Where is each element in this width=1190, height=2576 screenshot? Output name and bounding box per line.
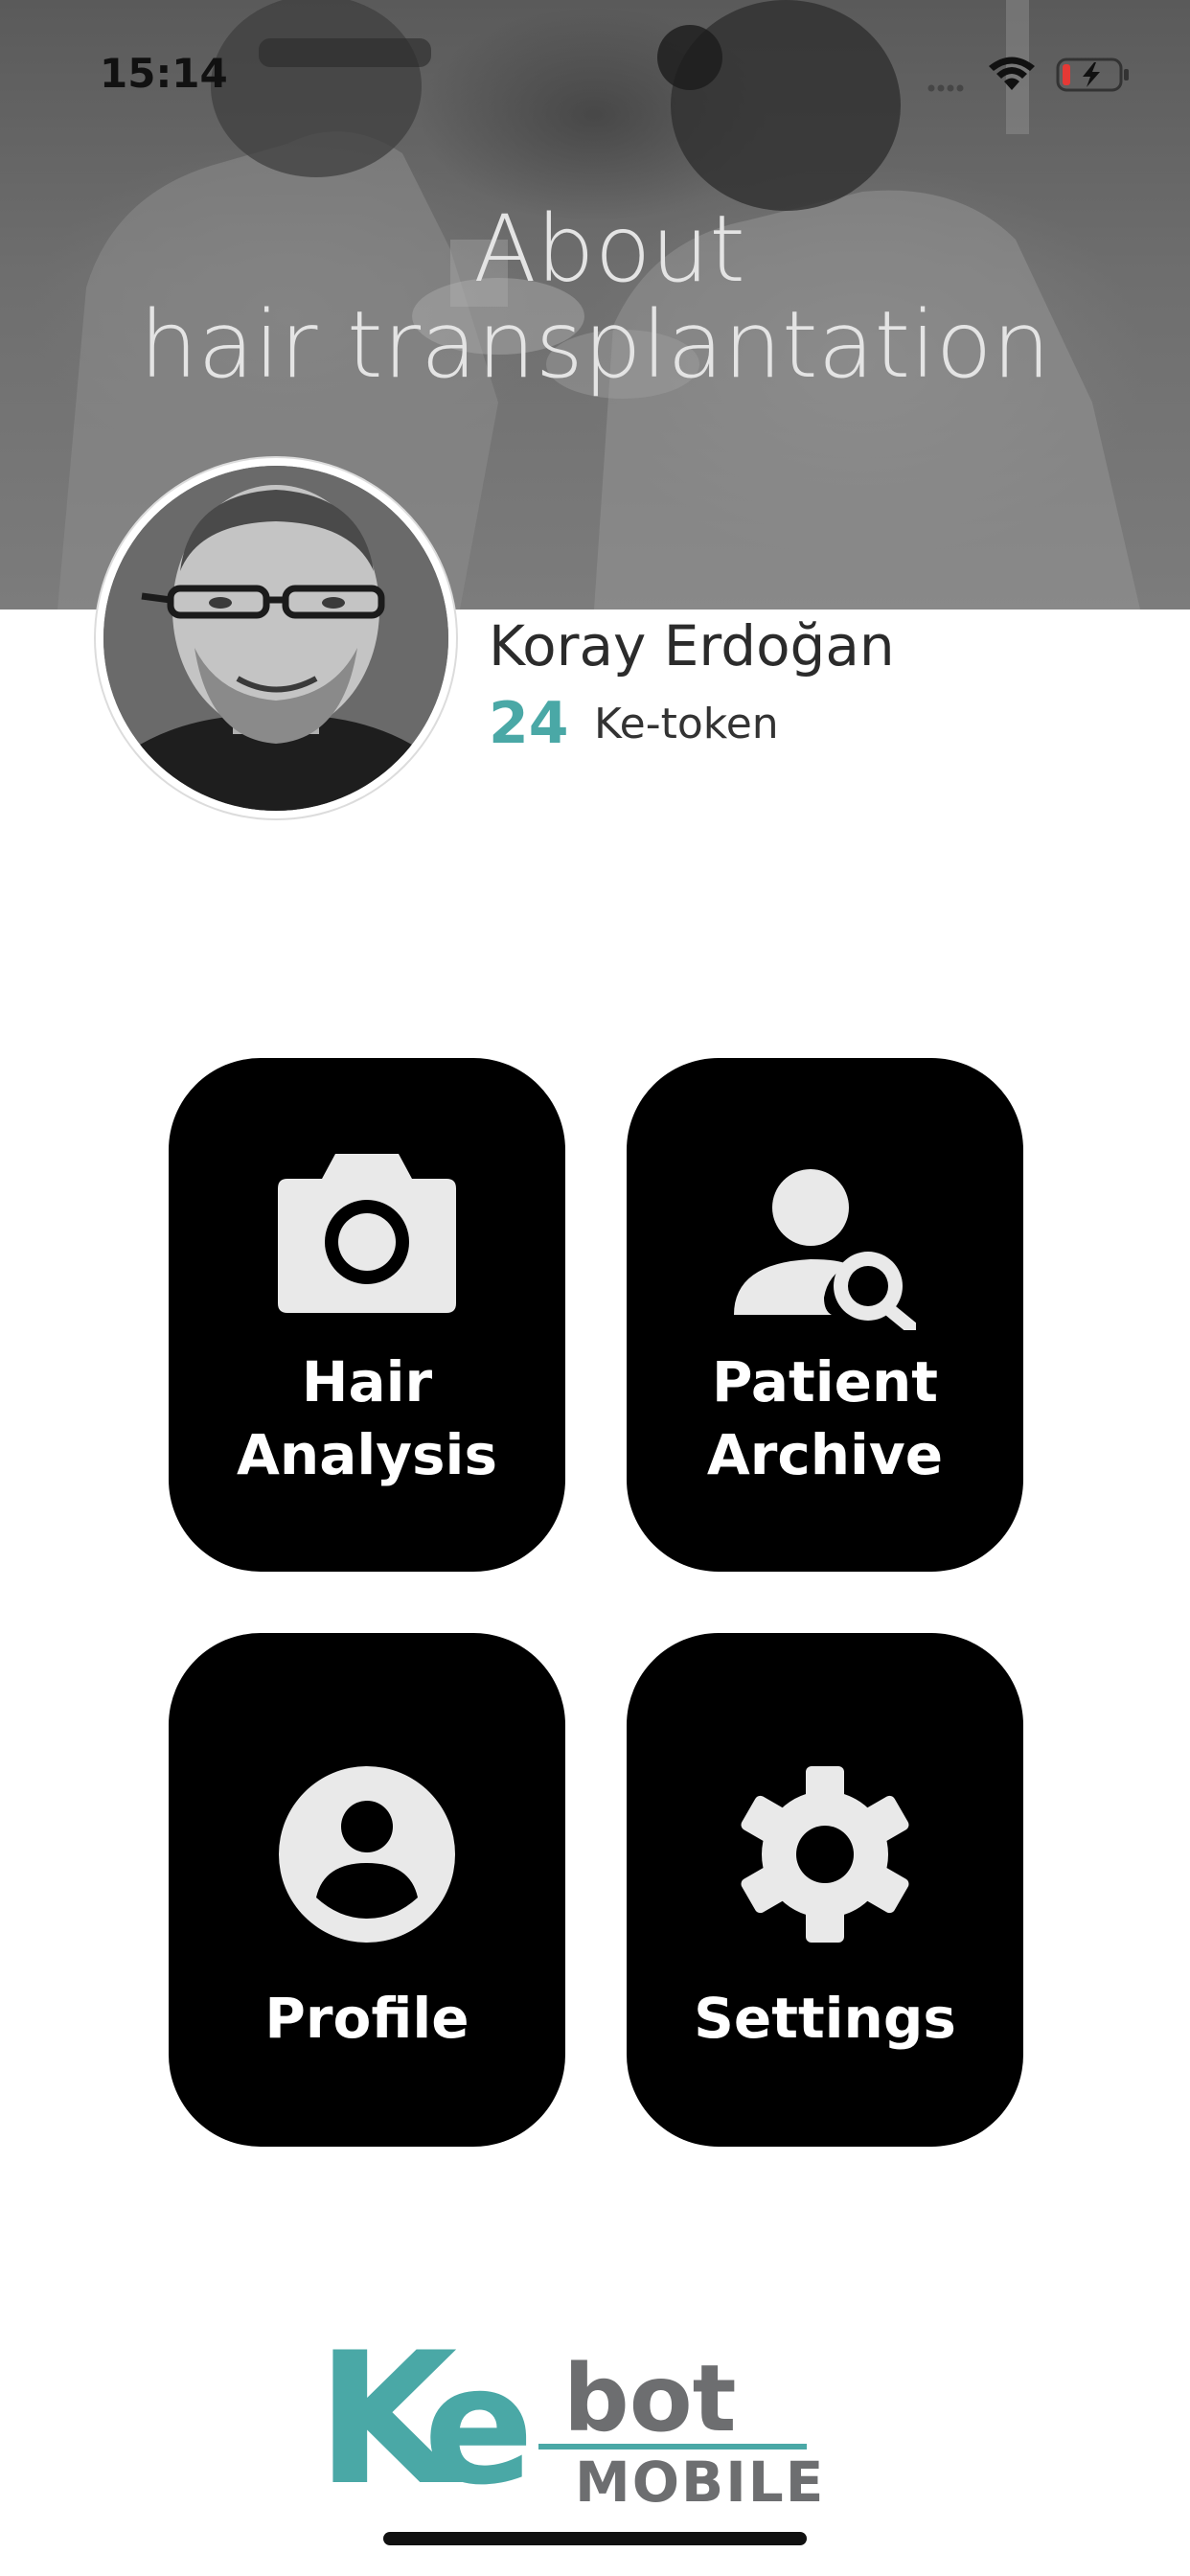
logo-bot: bot <box>563 2345 737 2452</box>
patient-archive-button[interactable]: Patient Archive <box>627 1058 1023 1572</box>
token-count: 24 <box>489 690 569 757</box>
status-time: 15:14 <box>100 50 228 97</box>
logo-mobile: MOBILE <box>575 2450 825 2511</box>
hero-title: About hair transplantation <box>0 201 1190 393</box>
patient-archive-label: Patient Archive <box>627 1346 1023 1491</box>
cellular-dots-icon <box>927 84 964 92</box>
hair-analysis-button[interactable]: Hair Analysis <box>169 1058 565 1572</box>
status-bar: 15:14 <box>0 0 1190 134</box>
hero-title-line1: About <box>473 196 745 303</box>
patient-archive-label-line2: Archive <box>706 1422 944 1487</box>
hair-analysis-label-line2: Analysis <box>237 1422 497 1487</box>
avatar[interactable] <box>96 458 456 818</box>
home-screen: About hair transplantation 15:14 Koray E… <box>0 0 1190 2576</box>
settings-label: Settings <box>694 1986 956 2051</box>
hair-analysis-label-line1: Hair <box>301 1349 433 1414</box>
home-indicator[interactable] <box>383 2532 807 2545</box>
gear-icon <box>627 1763 1023 1945</box>
battery-charging-icon <box>1056 58 1129 92</box>
avatar-portrait-image <box>103 466 448 811</box>
camera-icon <box>169 1150 565 1315</box>
profile-label: Profile <box>264 1986 469 2051</box>
user-search-icon <box>627 1167 1023 1330</box>
settings-button[interactable]: Settings <box>627 1633 1023 2147</box>
hero-title-line2: hair transplantation <box>139 291 1051 399</box>
hair-analysis-label: Hair Analysis <box>169 1346 565 1491</box>
avatar-photo <box>103 466 448 811</box>
user-name: Koray Erdoğan <box>489 613 895 678</box>
logo-letter-e: e <box>423 2338 534 2511</box>
account-circle-icon <box>169 1763 565 1945</box>
wifi-icon <box>989 57 1035 90</box>
token-label: Ke-token <box>594 700 779 748</box>
kebot-mobile-logo: K e bot MOBILE <box>316 2338 825 2511</box>
profile-button[interactable]: Profile <box>169 1633 565 2147</box>
patient-archive-label-line1: Patient <box>711 1349 939 1414</box>
